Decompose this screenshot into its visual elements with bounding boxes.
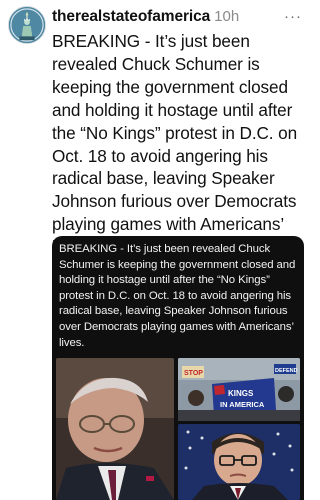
- protest-photo: STOP DEFEND KINGS IN AMERICA: [178, 358, 300, 421]
- post-caption: BREAKING - It’s just been revealed Chuck…: [52, 31, 298, 257]
- post-header: therealstateofamerica 10h ···: [52, 8, 306, 28]
- protest-sign-in-america: IN AMERICA: [220, 400, 265, 409]
- more-options-button[interactable]: ···: [284, 8, 302, 25]
- post-timestamp: 10h: [214, 8, 240, 25]
- embedded-image-card[interactable]: BREAKING - It’s just been revealed Chuck…: [52, 236, 304, 500]
- protest-sign-defend: DEFEND: [275, 368, 298, 374]
- profile-avatar[interactable]: [8, 6, 46, 44]
- embedded-image-text: BREAKING - It’s just been revealed Chuck…: [59, 243, 296, 349]
- johnson-photo: [178, 424, 300, 500]
- protest-sign-stop: STOP: [184, 370, 203, 377]
- statue-of-liberty-icon: [9, 7, 45, 43]
- threads-post: therealstateofamerica 10h ··· BREAKING - …: [0, 0, 314, 500]
- schumer-photo: [56, 358, 174, 500]
- protest-sign-kings: KINGS: [228, 389, 254, 398]
- username[interactable]: therealstateofamerica: [52, 8, 210, 25]
